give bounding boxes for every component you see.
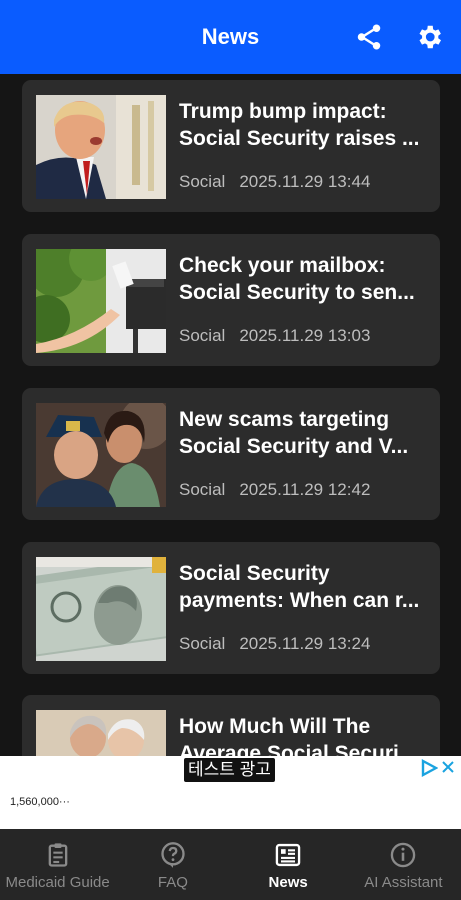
article-category: Social — [179, 634, 226, 653]
nav-label: AI Assistant — [364, 874, 443, 891]
nav-label: Medicaid Guide — [5, 874, 110, 891]
article-thumbnail — [36, 557, 166, 661]
article-headline: Trump bump impact: Social Security raise… — [179, 98, 429, 152]
headline-line: New scams targeting — [179, 408, 390, 431]
bottom-navigation: Medicaid Guide FAQ News AI Assistant — [0, 829, 461, 900]
article-timestamp: 2025.11.29 13:44 — [239, 172, 371, 191]
info-icon — [391, 842, 416, 868]
news-list[interactable]: Trump bump impact: Social Security raise… — [0, 74, 461, 756]
article-category: Social — [179, 326, 226, 345]
share-icon[interactable] — [354, 22, 384, 52]
article-headline: New scams targeting Social Security and … — [179, 406, 429, 460]
clipboard-icon — [48, 843, 67, 867]
nav-label: News — [268, 874, 308, 891]
question-icon — [161, 842, 185, 868]
ad-text: 1,560,000··· — [10, 796, 70, 808]
news-card[interactable]: Trump bump impact: Social Security raise… — [22, 80, 440, 212]
article-headline: Check your mailbox: Social Security to s… — [179, 252, 429, 306]
article-meta: Social 2025.11.29 12:42 — [179, 480, 370, 500]
headline-line: Social Security to sen... — [179, 281, 415, 304]
article-category: Social — [179, 172, 226, 191]
headline-line: Social Security and V... — [179, 435, 409, 458]
news-card[interactable]: New scams targeting Social Security and … — [22, 388, 440, 520]
article-headline: How Much Will The Average Social Securi.… — [179, 713, 429, 756]
news-screen: News Trump bump impact: Social Security … — [0, 0, 461, 900]
news-card[interactable]: Check your mailbox: Social Security to s… — [22, 234, 440, 366]
headline-line: Trump bump impact: — [179, 100, 387, 123]
close-icon[interactable] — [440, 759, 456, 775]
headline-line: How Much Will The — [179, 715, 371, 738]
article-timestamp: 2025.11.29 12:42 — [239, 480, 371, 499]
article-meta: Social 2025.11.29 13:03 — [179, 326, 370, 346]
news-card[interactable]: How Much Will The Average Social Securi.… — [22, 695, 440, 756]
article-timestamp: 2025.11.29 13:24 — [239, 634, 371, 653]
article-thumbnail — [36, 710, 166, 756]
article-meta: Social 2025.11.29 13:24 — [179, 634, 370, 654]
article-thumbnail — [36, 403, 166, 507]
article-meta: Social 2025.11.29 13:44 — [179, 172, 370, 192]
page-title: News — [201, 24, 260, 49]
nav-item-ai-assistant[interactable]: AI Assistant — [346, 829, 461, 900]
article-headline: Social Security payments: When can r... — [179, 560, 429, 614]
ad-label: 테스트 광고 — [184, 758, 275, 782]
nav-item-faq[interactable]: FAQ — [115, 829, 230, 900]
top-app-bar: News — [0, 0, 461, 74]
article-category: Social — [179, 480, 226, 499]
headline-line: Average Social Securi... — [179, 742, 417, 756]
headline-line: Social Security — [179, 562, 330, 585]
headline-line: Social Security raises ... — [179, 127, 420, 150]
adchoices-icon[interactable] — [420, 759, 438, 777]
article-thumbnail — [36, 249, 166, 353]
nav-item-news[interactable]: News — [231, 829, 346, 900]
headline-line: payments: When can r... — [179, 589, 420, 612]
gear-icon[interactable] — [414, 22, 444, 52]
article-thumbnail — [36, 95, 166, 199]
article-timestamp: 2025.11.29 13:03 — [239, 326, 371, 345]
ad-banner[interactable]: 테스트 광고 1,560,000··· — [0, 756, 461, 829]
nav-label: FAQ — [157, 874, 188, 891]
news-icon — [275, 843, 301, 867]
nav-item-medicaid-guide[interactable]: Medicaid Guide — [0, 829, 115, 900]
headline-line: Check your mailbox: — [179, 254, 386, 277]
news-card[interactable]: Social Security payments: When can r... … — [22, 542, 440, 674]
